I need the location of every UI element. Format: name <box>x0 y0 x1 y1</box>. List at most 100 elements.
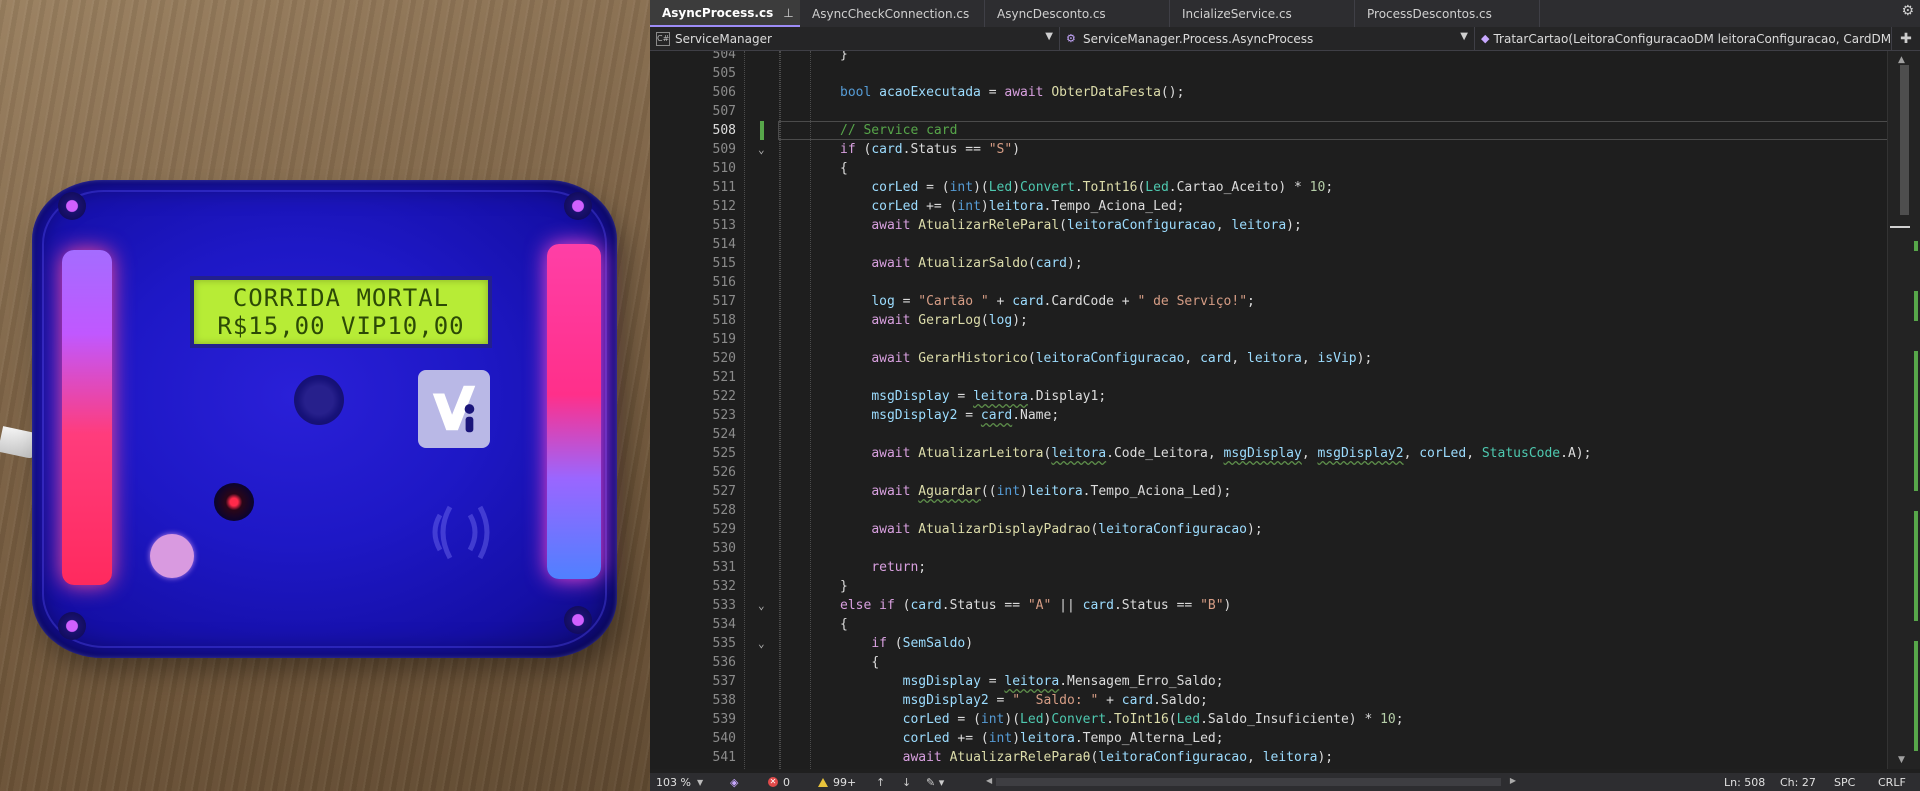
horizontal-scroll-track[interactable] <box>996 778 1501 786</box>
code-line[interactable]: 527 await Aguardar((int)leitora.Tempo_Aci… <box>650 482 1888 501</box>
code-line[interactable]: 535 ⌄ if (SemSaldo) <box>650 634 1888 653</box>
whitespace-indicator[interactable]: SPC <box>1834 773 1855 791</box>
code-line[interactable]: 504} <box>650 51 1888 64</box>
column-indicator[interactable]: Ch: 27 <box>1780 773 1816 791</box>
arrow-up-icon[interactable]: ↑ <box>876 773 885 791</box>
split-editor-icon[interactable]: ✚ <box>1891 27 1920 50</box>
code-text: await AtualizarDisplayPadrao(leitoraConf… <box>871 522 1263 537</box>
code-line[interactable]: 507 <box>650 102 1888 121</box>
code-line[interactable]: 524 <box>650 425 1888 444</box>
line-number: 511 <box>712 180 736 195</box>
code-line[interactable]: 520 await GerarHistorico(leitoraConfigura… <box>650 349 1888 368</box>
code-line[interactable]: 542 <box>650 767 1888 769</box>
code-line[interactable]: 512 corLed += (int)leitora.Tempo_Aciona_L… <box>650 197 1888 216</box>
scroll-thumb[interactable] <box>1900 65 1909 215</box>
tab-incializeservice[interactable]: IncializeService.cs <box>1170 0 1355 27</box>
code-editor[interactable]: 504} 505 506 bool acaoExecutada = await Obt… <box>650 51 1920 769</box>
code-line[interactable]: 514 <box>650 235 1888 254</box>
code-line[interactable]: 530 <box>650 539 1888 558</box>
zoom-level[interactable]: 103 % ▼ <box>656 773 703 791</box>
code-line[interactable]: 517 log = "Cartão " + card.CardCode + " d… <box>650 292 1888 311</box>
pin-icon[interactable]: ⊥ <box>783 6 793 20</box>
line-number: 538 <box>712 693 736 708</box>
screw-bottom-right <box>564 606 592 634</box>
code-line[interactable]: 511 corLed = (int)(Led)Convert.ToInt16(Le… <box>650 178 1888 197</box>
whitespace-value: SPC <box>1834 775 1856 789</box>
error-count[interactable]: ✕ 0 <box>768 773 790 791</box>
arrow-down-icon[interactable]: ↓ <box>902 773 911 791</box>
scroll-up-icon[interactable]: ▲ <box>1898 55 1905 65</box>
line-value: Ln: 508 <box>1724 775 1766 789</box>
code-line[interactable]: 522 msgDisplay = leitora.Display1; <box>650 387 1888 406</box>
fold-chevron-icon[interactable]: ⌄ <box>758 140 765 159</box>
code-line[interactable]: 516 <box>650 273 1888 292</box>
code-line[interactable]: 510 { <box>650 159 1888 178</box>
code-line[interactable]: 519 <box>650 330 1888 349</box>
vertical-scrollbar[interactable]: ▲ ▼ <box>1887 51 1920 769</box>
tab-label: AsyncProcess.cs <box>662 5 774 20</box>
tab-overflow-icon[interactable]: ⚙ <box>1901 3 1914 19</box>
type-dropdown[interactable]: ⚙ ServiceManager.Process.AsyncProcess ▼ <box>1060 27 1475 50</box>
code-line[interactable]: 528 <box>650 501 1888 520</box>
code-line[interactable]: 533 ⌄ else if (card.Status == "A" || card.… <box>650 596 1888 615</box>
code-line[interactable]: 513 await AtualizarReleParal(leitoraConfi… <box>650 216 1888 235</box>
code-line[interactable]: 509 ⌄ if (card.Status == "S") <box>650 140 1888 159</box>
change-indicator <box>760 121 764 140</box>
scroll-left-icon[interactable]: ◀ <box>986 776 992 785</box>
scroll-down-icon[interactable]: ▼ <box>1898 755 1905 765</box>
class-icon: ⚙ <box>1066 31 1076 45</box>
code-line[interactable]: 529 await AtualizarDisplayPadrao(leitoraC… <box>650 520 1888 539</box>
tab-processdescontos[interactable]: ProcessDescontos.cs <box>1355 0 1540 27</box>
tab-label: AsyncCheckConnection.cs <box>812 6 970 21</box>
line-number: 537 <box>712 674 736 689</box>
line-number: 535 <box>712 636 736 651</box>
code-health-indicator[interactable]: ◈ <box>730 773 738 791</box>
code-line[interactable]: 523 msgDisplay2 = card.Name; <box>650 406 1888 425</box>
code-line[interactable]: 536 { <box>650 653 1888 672</box>
code-line[interactable]: 537 msgDisplay = leitora.Mensagem_Erro_Sa… <box>650 672 1888 691</box>
code-line[interactable]: 526 <box>650 463 1888 482</box>
code-text: return; <box>871 560 927 575</box>
fold-chevron-icon[interactable]: ⌄ <box>758 634 765 653</box>
project-dropdown[interactable]: C# ServiceManager ▼ <box>650 27 1060 50</box>
tab-asyncdesconto[interactable]: AsyncDesconto.cs <box>985 0 1170 27</box>
code-line[interactable]: 521 <box>650 368 1888 387</box>
code-text: { <box>871 655 880 670</box>
line-number: 539 <box>712 712 736 727</box>
code-line[interactable]: 534 { <box>650 615 1888 634</box>
code-line[interactable]: 532} <box>650 577 1888 596</box>
code-text: await AtualizarReleParaθ(leitoraConfigur… <box>902 750 1334 765</box>
tab-asyncprocess[interactable]: AsyncProcess.cs ⊥ ✕ <box>650 0 810 27</box>
method-icon: ◆ <box>1481 31 1490 45</box>
code-line[interactable]: 515 await AtualizarSaldo(card); <box>650 254 1888 273</box>
fold-chevron-icon[interactable]: ⌄ <box>758 596 765 615</box>
line-number: 515 <box>712 256 736 271</box>
code-line[interactable]: 518 await GerarLog(log); <box>650 311 1888 330</box>
code-text: log = "Cartão " + card.CardCode + " de S… <box>871 294 1255 309</box>
code-line[interactable]: 539 corLed = (int)(Led)Convert.ToInt16(Le… <box>650 710 1888 729</box>
warning-count[interactable]: 99+ <box>818 773 856 791</box>
line-number-indicator[interactable]: Ln: 508 <box>1724 773 1765 791</box>
line-ending-indicator[interactable]: CRLF <box>1878 773 1906 791</box>
code-cleanup-icon[interactable]: ✎ ▾ <box>926 773 944 791</box>
code-text: corLed = (int)(Led)Convert.ToInt16(Led.S… <box>902 712 1404 727</box>
code-line[interactable]: 525 await AtualizarLeitora(leitora.Code_L… <box>650 444 1888 463</box>
member-dropdown[interactable]: ◆ TratarCartao(LeitoraConfiguracaoDM lei… <box>1475 27 1892 50</box>
code-line[interactable]: 540 corLed += (int)leitora.Tempo_Alterna_… <box>650 729 1888 748</box>
code-text: corLed += (int)leitora.Tempo_Alterna_Led… <box>902 731 1224 746</box>
code-line[interactable]: 508 // Service card <box>650 121 1892 140</box>
code-line[interactable]: 541 await AtualizarReleParaθ(leitoraConfi… <box>650 748 1888 767</box>
scroll-right-icon[interactable]: ▶ <box>1510 776 1516 785</box>
code-line[interactable]: 506 bool acaoExecutada = await ObterDataF… <box>650 83 1888 102</box>
line-number: 530 <box>712 541 736 556</box>
brand-logo-icon <box>432 385 476 433</box>
tab-asynccheckconnection[interactable]: AsyncCheckConnection.cs <box>800 0 985 27</box>
code-line[interactable]: 505 <box>650 64 1888 83</box>
navigation-bar: C# ServiceManager ▼ ⚙ ServiceManager.Pro… <box>650 27 1920 51</box>
code-text: else if (card.Status == "A" || card.Stat… <box>840 598 1232 613</box>
line-number: 523 <box>712 408 736 423</box>
code-line[interactable]: 538 msgDisplay2 = " Saldo: " + card.Saldo… <box>650 691 1888 710</box>
horizontal-scrollbar[interactable]: ◀ ▶ <box>986 776 1516 786</box>
line-number: 526 <box>712 465 736 480</box>
code-line[interactable]: 531 return; <box>650 558 1888 577</box>
